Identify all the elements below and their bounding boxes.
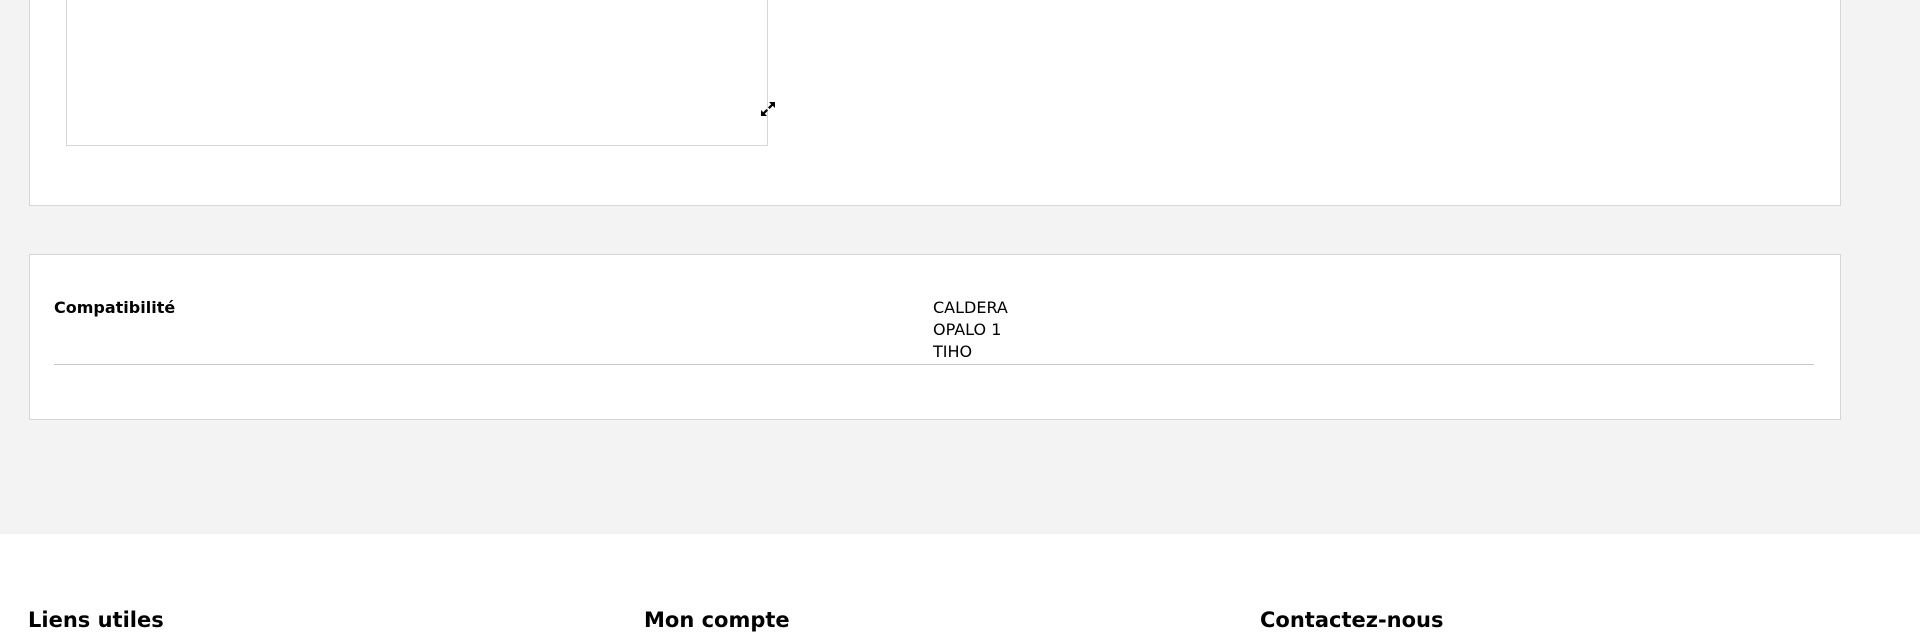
expand-image-button[interactable] <box>757 98 779 120</box>
site-footer: Liens utiles Mon compte Contactez-nous <box>0 534 1920 644</box>
spec-value: TIHO <box>933 342 973 361</box>
expand-arrows-icon <box>761 102 775 116</box>
spec-values-list: CALDERA OPALO 1 TIHO <box>933 297 1008 363</box>
spec-value: CALDERA <box>933 298 1008 317</box>
product-image-frame[interactable] <box>66 0 775 146</box>
product-media-panel <box>29 0 1841 206</box>
product-specifications-panel: Compatibilité CALDERA OPALO 1 TIHO <box>29 254 1841 420</box>
footer-heading-contact-us: Contactez-nous <box>1260 608 1444 632</box>
spec-row-compatibility: Compatibilité CALDERA OPALO 1 TIHO <box>54 297 1814 365</box>
spec-label: Compatibilité <box>54 298 176 317</box>
spec-value: OPALO 1 <box>933 320 1002 339</box>
footer-heading-useful-links: Liens utiles <box>28 608 164 632</box>
footer-heading-my-account: Mon compte <box>644 608 790 632</box>
